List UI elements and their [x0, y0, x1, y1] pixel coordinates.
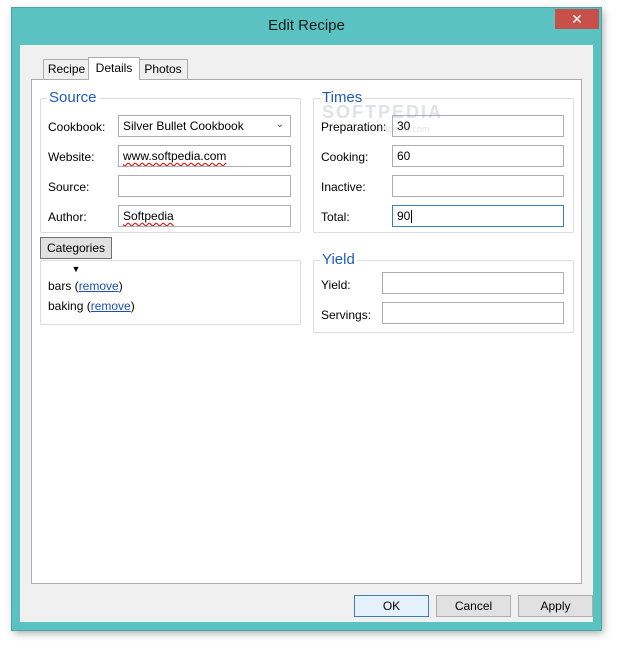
category-item: baking (remove) — [48, 299, 135, 313]
remove-category-link[interactable]: remove — [79, 279, 119, 293]
total-field[interactable]: 90 — [392, 205, 564, 227]
website-label: Website: — [48, 150, 95, 164]
watermark-url: www.softpedia.com — [352, 124, 430, 134]
cookbook-select[interactable]: Silver Bullet Cookbook ⌄ — [118, 115, 291, 137]
window-title: Edit Recipe — [268, 17, 345, 34]
chevron-down-icon: ⌄ — [275, 119, 284, 130]
cancel-button[interactable]: Cancel — [436, 595, 511, 617]
watermark-logo: SOFTPEDIA — [322, 102, 444, 122]
dialog-client: Recipe Details Photos Source Cookbook: S… — [20, 45, 593, 622]
cooking-label: Cooking: — [321, 150, 369, 164]
text-caret — [411, 210, 413, 224]
servings-label: Servings: — [321, 308, 372, 322]
tab-details[interactable]: Details — [88, 57, 140, 80]
cookbook-value: Silver Bullet Cookbook — [123, 119, 244, 133]
source-field[interactable] — [118, 175, 291, 197]
category-name: baking — [48, 299, 84, 313]
apply-button[interactable]: Apply — [518, 595, 593, 617]
ok-button[interactable]: OK — [354, 595, 429, 617]
servings-field[interactable] — [382, 302, 564, 324]
total-value: 90 — [397, 209, 411, 223]
category-name: bars — [48, 279, 72, 293]
tab-recipe[interactable]: Recipe — [43, 59, 90, 79]
source-label: Source: — [48, 180, 90, 194]
inactive-label: Inactive: — [321, 180, 366, 194]
categories-button-label: Categories — [46, 241, 106, 255]
author-value: Softpedia — [123, 209, 174, 223]
dropdown-arrow-icon: ▼ — [71, 264, 81, 274]
category-item: bars (remove) — [48, 279, 123, 293]
total-label: Total: — [321, 210, 350, 224]
author-label: Author: — [48, 210, 87, 224]
close-button[interactable]: ✕ — [555, 9, 599, 29]
tab-photos[interactable]: Photos — [138, 59, 188, 79]
close-icon: ✕ — [571, 11, 583, 27]
categories-button[interactable]: Categories ▼ — [40, 237, 112, 274]
yield-title: Yield — [320, 251, 357, 268]
author-field[interactable]: Softpedia — [118, 205, 291, 227]
title-bar[interactable]: Edit Recipe ✕ — [12, 8, 601, 44]
website-field[interactable]: www.softpedia.com — [118, 145, 291, 167]
yield-field[interactable] — [382, 272, 564, 294]
cookbook-label: Cookbook: — [48, 120, 106, 134]
website-value: www.softpedia.com — [123, 149, 227, 163]
inactive-field[interactable] — [392, 175, 564, 197]
edit-recipe-window: Edit Recipe ✕ Recipe Details Photos Sour… — [12, 8, 601, 630]
source-title: Source — [47, 89, 99, 106]
cooking-field[interactable]: 60 — [392, 145, 564, 167]
remove-category-link[interactable]: remove — [91, 299, 131, 313]
yield-label: Yield: — [321, 278, 351, 292]
details-panel: Source Cookbook: Silver Bullet Cookbook … — [31, 79, 582, 584]
